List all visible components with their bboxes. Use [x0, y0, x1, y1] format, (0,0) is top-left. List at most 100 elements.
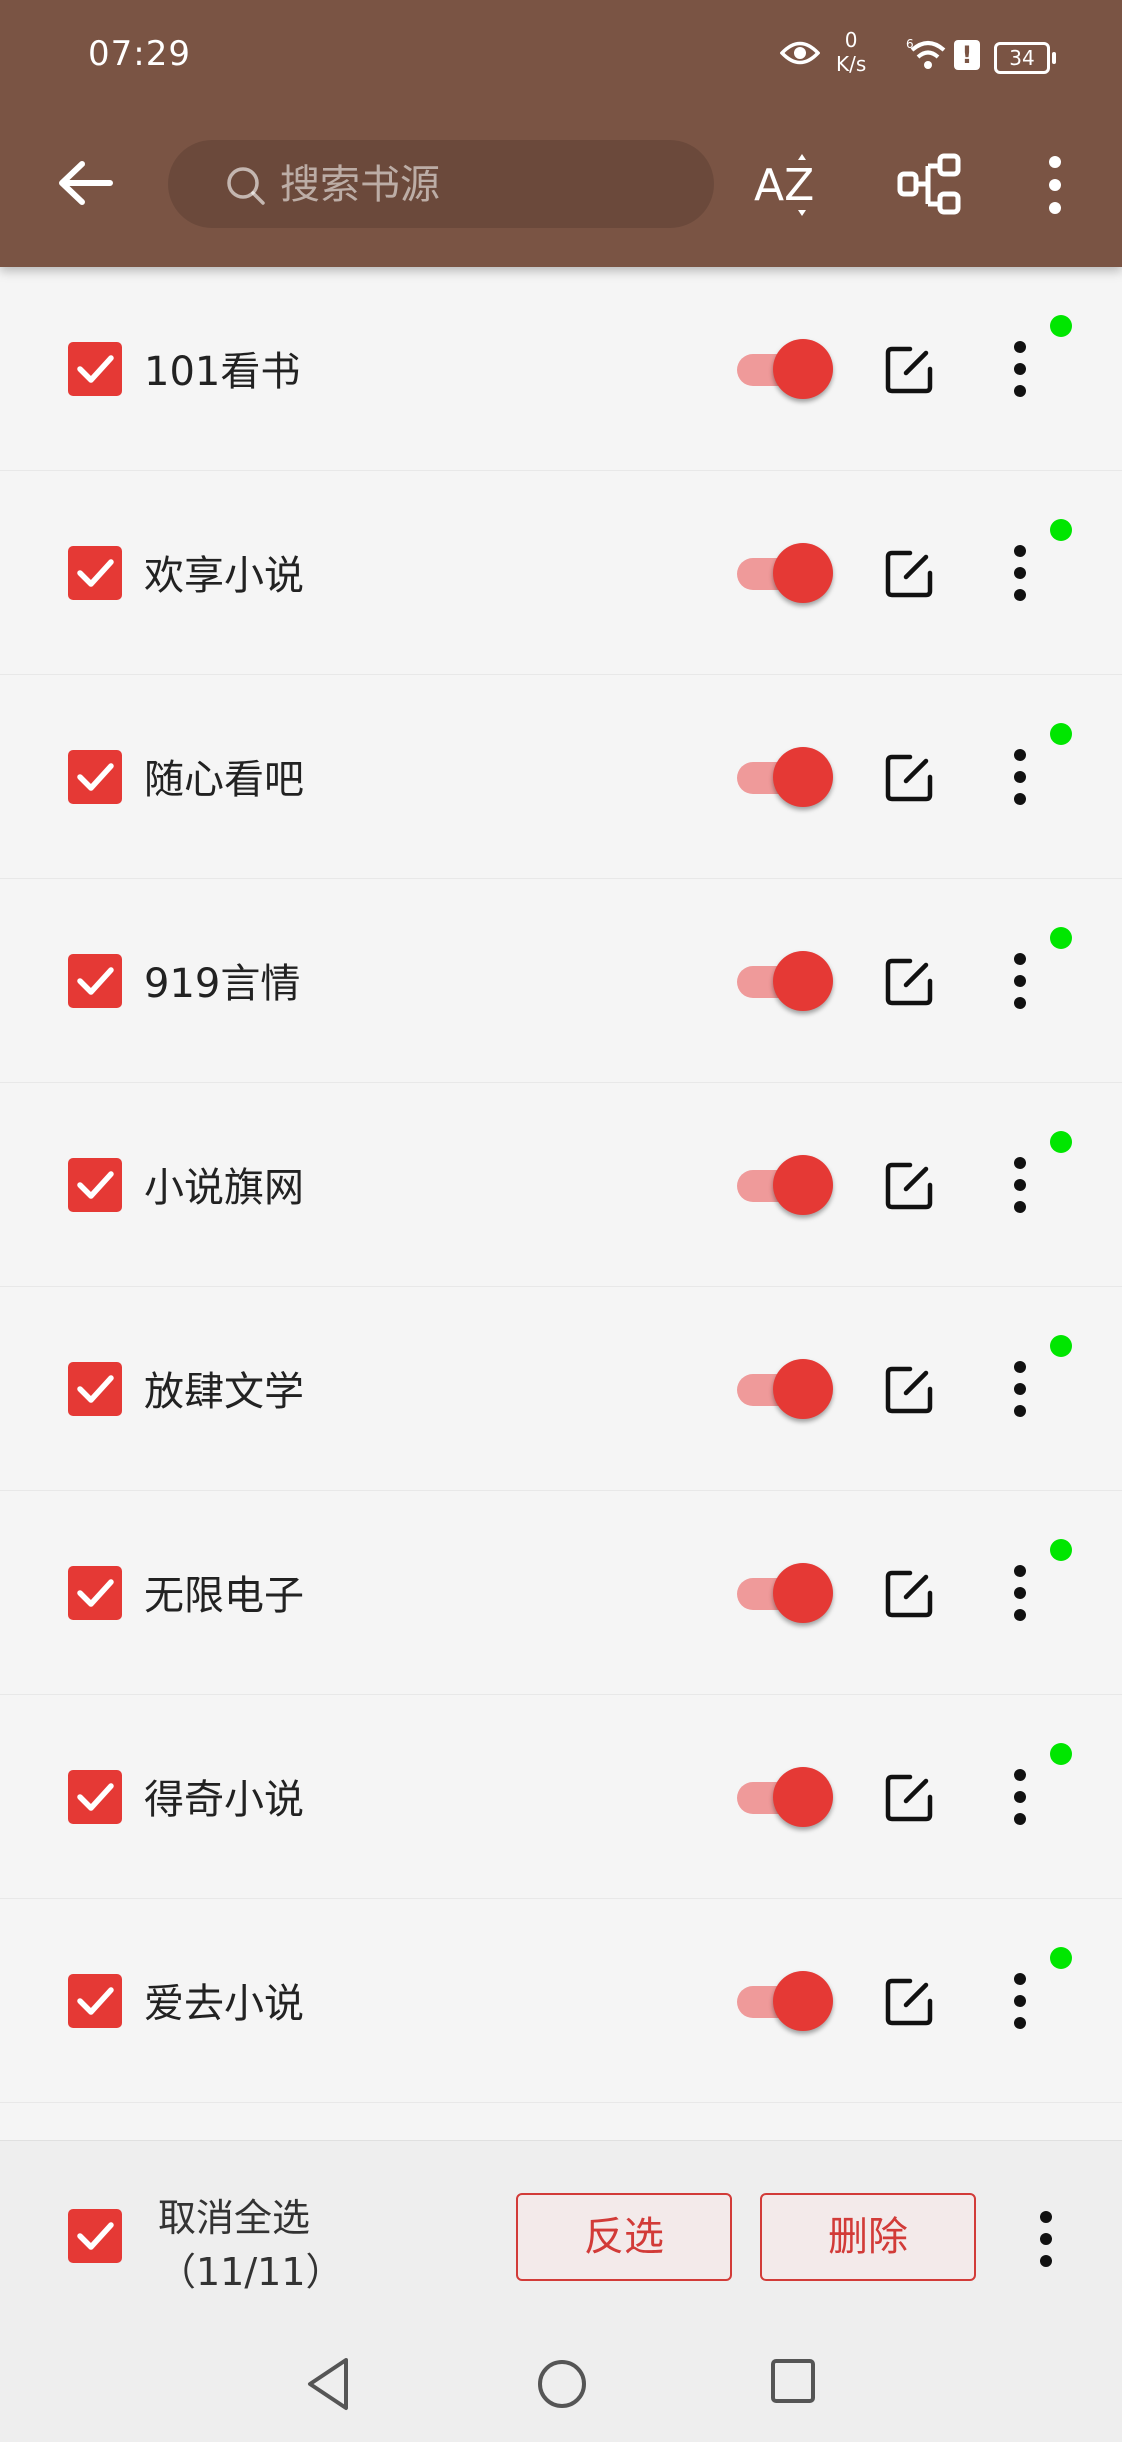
row-checkbox[interactable] [68, 1770, 122, 1824]
row-checkbox[interactable] [68, 1566, 122, 1620]
row-checkbox[interactable] [68, 1158, 122, 1212]
status-dot [1050, 519, 1072, 541]
select-all-label[interactable]: 取消全选 （11/11） [158, 2191, 344, 2299]
row-checkbox[interactable] [68, 546, 122, 600]
edit-icon[interactable] [884, 549, 934, 599]
edit-icon[interactable] [884, 1773, 934, 1823]
edit-icon[interactable] [884, 345, 934, 395]
check-icon [77, 967, 114, 995]
status-dot [1050, 1743, 1072, 1765]
source-row[interactable]: 919言情 [0, 879, 1122, 1083]
source-row[interactable]: 欢享小说 [0, 471, 1122, 675]
source-row[interactable]: 爱去小说 [0, 1899, 1122, 2103]
sort-az-button[interactable]: AZ [752, 150, 822, 220]
toggle-thumb [773, 1359, 833, 1419]
enable-toggle[interactable] [737, 949, 833, 1013]
status-dot [1050, 927, 1072, 949]
source-name: 无限电子 [144, 1573, 304, 1619]
more-vert-icon[interactable] [1040, 150, 1070, 220]
row-checkbox[interactable] [68, 750, 122, 804]
source-name: 随心看吧 [144, 757, 304, 803]
row-more-icon[interactable] [1002, 1357, 1038, 1421]
row-more-icon[interactable] [1002, 541, 1038, 605]
check-icon [77, 1783, 114, 1811]
network-speed-value: 0 [844, 28, 858, 52]
check-icon [77, 1375, 114, 1403]
enable-toggle[interactable] [737, 1969, 833, 2033]
edit-icon[interactable] [884, 1365, 934, 1415]
enable-toggle[interactable] [737, 1153, 833, 1217]
source-name: 爱去小说 [144, 1981, 304, 2027]
toggle-thumb [773, 747, 833, 807]
more-vert-icon[interactable] [1028, 2207, 1064, 2271]
check-icon [77, 2222, 114, 2250]
app-header: 07:29 0 K/s 6 ! 34 AZ [0, 0, 1122, 267]
wifi-icon: 6 [906, 37, 946, 69]
row-more-icon[interactable] [1002, 1561, 1038, 1625]
network-speed: 0 K/s [836, 28, 866, 76]
source-name: 放肆文学 [144, 1369, 304, 1415]
check-icon [77, 1171, 114, 1199]
eye-icon [780, 41, 820, 65]
status-dot [1050, 1947, 1072, 1969]
source-row[interactable]: 小说旗网 [0, 1083, 1122, 1287]
toggle-thumb [773, 543, 833, 603]
toggle-thumb [773, 1767, 833, 1827]
row-more-icon[interactable] [1002, 1765, 1038, 1829]
delete-button[interactable]: 删除 [760, 2193, 976, 2281]
source-row[interactable]: 101看书 [0, 267, 1122, 471]
row-more-icon[interactable] [1002, 1969, 1038, 2033]
row-more-icon[interactable] [1002, 1153, 1038, 1217]
enable-toggle[interactable] [737, 337, 833, 401]
row-checkbox[interactable] [68, 1974, 122, 2028]
toggle-thumb [773, 339, 833, 399]
edit-icon[interactable] [884, 1977, 934, 2027]
source-row[interactable]: 无限电子 [0, 1491, 1122, 1695]
source-list: 101看书 欢享小说 随心看吧 919言情 小说旗网 放肆文学 无限电子 得奇小… [0, 267, 1122, 2143]
search-box[interactable] [168, 140, 714, 228]
back-button[interactable] [50, 148, 120, 218]
source-row[interactable]: 随心看吧 [0, 675, 1122, 879]
list-item-partial [0, 2103, 1122, 2143]
enable-toggle[interactable] [737, 1765, 833, 1829]
enable-toggle[interactable] [737, 1357, 833, 1421]
nav-recent-icon[interactable] [768, 2356, 818, 2406]
sort-az-label: AZ [754, 160, 814, 211]
nav-home-icon[interactable] [534, 2354, 590, 2414]
nav-back-icon[interactable] [300, 2354, 356, 2414]
check-icon [77, 1987, 114, 2015]
enable-toggle[interactable] [737, 1561, 833, 1625]
selection-bar: 取消全选 （11/11） 反选 删除 [0, 2140, 1122, 2331]
check-icon [77, 1579, 114, 1607]
group-icon[interactable] [896, 150, 966, 220]
edit-icon[interactable] [884, 753, 934, 803]
row-checkbox[interactable] [68, 342, 122, 396]
status-dot [1050, 1539, 1072, 1561]
row-checkbox[interactable] [68, 1362, 122, 1416]
enable-toggle[interactable] [737, 541, 833, 605]
invert-selection-button[interactable]: 反选 [516, 2193, 732, 2281]
toggle-thumb [773, 951, 833, 1011]
source-row[interactable]: 得奇小说 [0, 1695, 1122, 1899]
system-nav-bar [0, 2330, 1122, 2442]
search-input[interactable] [278, 154, 682, 216]
row-more-icon[interactable] [1002, 745, 1038, 809]
source-row[interactable]: 放肆文学 [0, 1287, 1122, 1491]
edit-icon[interactable] [884, 1569, 934, 1619]
select-all-text: 取消全选 [158, 2196, 311, 2240]
toggle-thumb [773, 1563, 833, 1623]
row-checkbox[interactable] [68, 954, 122, 1008]
edit-icon[interactable] [884, 1161, 934, 1211]
alert-icon: ! [954, 40, 980, 70]
toggle-thumb [773, 1155, 833, 1215]
status-dot [1050, 1131, 1072, 1153]
row-more-icon[interactable] [1002, 337, 1038, 401]
row-more-icon[interactable] [1002, 949, 1038, 1013]
source-name: 101看书 [144, 349, 301, 395]
status-dot [1050, 1335, 1072, 1357]
enable-toggle[interactable] [737, 745, 833, 809]
network-speed-unit: K/s [836, 52, 867, 76]
edit-icon[interactable] [884, 957, 934, 1007]
select-all-checkbox[interactable] [68, 2209, 122, 2263]
source-name: 得奇小说 [144, 1777, 304, 1823]
